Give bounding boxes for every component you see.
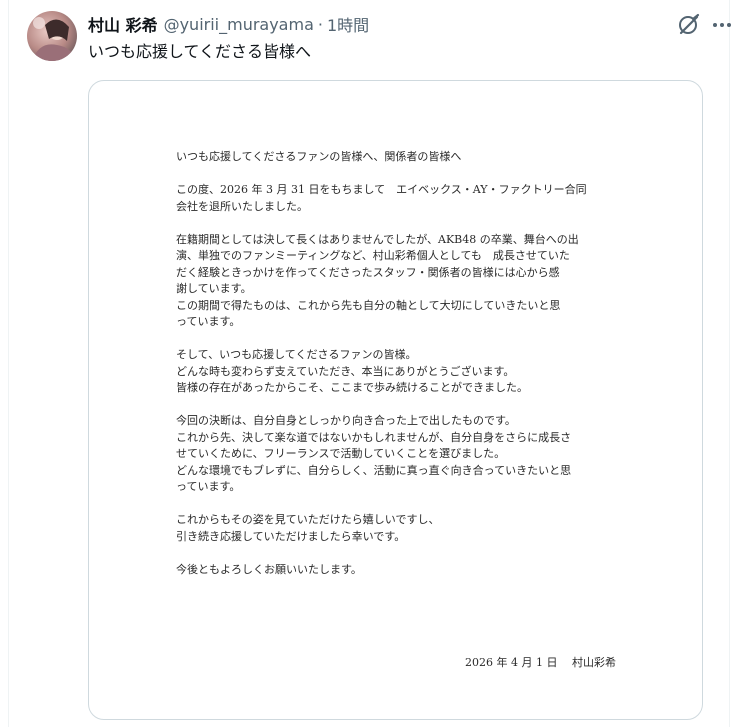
tweet-container: 村山 彩希 @yuirii_murayama · 1時間 いつも応援してくださる… [0, 0, 738, 727]
timeline-border-left [8, 0, 9, 727]
user-handle[interactable]: @yuirii_murayama [164, 15, 314, 34]
letter-signature: 2026 年 4 月 1 日 村山彩希 [465, 656, 616, 669]
letter-paragraph: そして、いつも応援してくださるファンの皆様。 どんな時も変わらず支えていただき、… [176, 348, 528, 394]
timeline-border-right [729, 0, 730, 727]
display-name[interactable]: 村山 彩希 [88, 12, 158, 36]
letter-paragraph: 在籍期間としては決して長くはありませんでしたが、AKB48 の卒業、舞台への出 … [176, 232, 579, 329]
letter-paragraph: これからもその姿を見ていただけたら嬉しいですし、 引き続き応援していただけました… [176, 513, 440, 543]
timestamp[interactable]: 1時間 [327, 12, 369, 36]
letter-paragraph: 今後ともよろしくお願いいたします。 [176, 562, 362, 576]
more-icon[interactable] [709, 12, 735, 38]
letter-paragraph: 今回の決断は、自分自身としっかり向き合った上で出したものです。 これから先、決し… [176, 414, 572, 493]
grok-icon[interactable] [676, 12, 702, 38]
avatar[interactable] [27, 11, 77, 61]
tweet-text: いつも応援してくださる皆様へ [88, 42, 312, 61]
tweet-header: 村山 彩希 @yuirii_murayama · 1時間 [88, 12, 369, 36]
letter-paragraph: いつも応援してくださるファンの皆様へ、関係者の皆様へ [176, 150, 462, 163]
attached-image[interactable]: いつも応援してくださるファンの皆様へ、関係者の皆様へ この度、2026 年 3 … [88, 80, 703, 720]
letter-body: いつも応援してくださるファンの皆様へ、関係者の皆様へ この度、2026 年 3 … [176, 149, 646, 600]
letter-paragraph: この度、2026 年 3 月 31 日をもちまして エイベックス・AY・ファクト… [176, 183, 587, 213]
separator-dot: · [317, 14, 323, 34]
